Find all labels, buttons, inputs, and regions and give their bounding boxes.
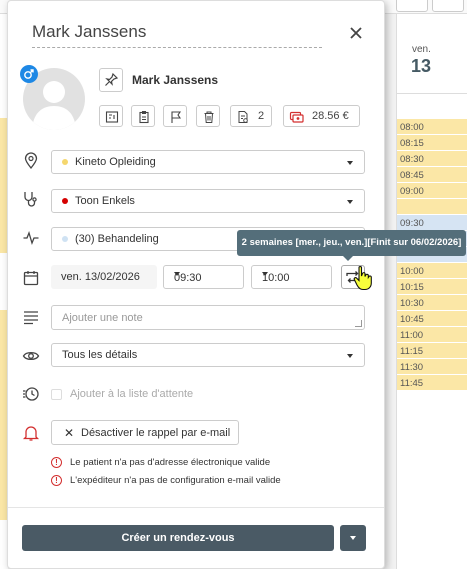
title-divider <box>32 47 322 48</box>
warning-icon: ! <box>51 475 62 486</box>
money-icon <box>289 111 304 123</box>
appointments-count-button[interactable]: 2 <box>230 105 272 127</box>
day-header[interactable]: ven. 13 <box>397 14 467 94</box>
history-clock-icon <box>23 387 39 401</box>
time-slot[interactable]: 11:45 <box>397 374 467 390</box>
activity-pulse-icon <box>23 231 39 245</box>
stethoscope-icon <box>24 192 37 207</box>
male-gender-icon <box>20 65 38 83</box>
id-card-icon <box>105 111 119 123</box>
note-placeholder: Ajouter une note <box>62 312 143 324</box>
time-slot[interactable] <box>397 198 467 214</box>
chevron-down-icon <box>347 200 353 204</box>
toolbar-button[interactable] <box>396 0 428 12</box>
time-slot[interactable]: 11:00 <box>397 326 467 342</box>
location-pin-icon <box>24 152 38 170</box>
flag-button[interactable] <box>163 105 187 127</box>
pin-icon <box>105 72 119 86</box>
time-slot[interactable]: 11:30 <box>397 358 467 374</box>
practitioner-value: Toon Enkels <box>75 195 135 207</box>
appointment-popup: Mark Janssens Mark Janssens 2 28.56 € Ki… <box>7 0 385 569</box>
trash-icon <box>204 111 214 123</box>
time-slot[interactable]: 11:15 <box>397 342 467 358</box>
warning-text: L'expéditeur n'a pas de configuration e-… <box>70 475 281 486</box>
delete-button[interactable] <box>196 105 220 127</box>
clipboard-icon <box>139 111 149 124</box>
time-slot[interactable]: 08:45 <box>397 166 467 182</box>
day-column: ven. 13 08:00 08:15 08:30 08:45 09:00 09:30 10… <box>396 14 467 569</box>
day-name: ven. <box>412 44 431 55</box>
time-slot[interactable]: 08:15 <box>397 134 467 150</box>
chevron-down-icon <box>350 536 356 540</box>
patient-balance: 28.56 € <box>312 110 349 122</box>
close-icon: ✕ <box>64 426 75 440</box>
location-select[interactable]: Kineto Opleiding <box>51 150 365 174</box>
end-time-select[interactable]: 10:00 <box>251 265 332 289</box>
practitioner-color-dot <box>62 198 68 204</box>
location-value: Kineto Opleiding <box>75 156 156 168</box>
flag-icon <box>171 111 182 123</box>
disable-email-reminder-button[interactable]: ✕ Désactiver le rappel par e-mail <box>51 420 239 445</box>
footer-divider <box>8 507 384 508</box>
patient-name: Mark Janssens <box>132 73 219 87</box>
chevron-down-icon <box>347 161 353 165</box>
waitlist-label: Ajouter à la liste d'attente <box>70 388 194 400</box>
time-slot[interactable]: 10:15 <box>397 278 467 294</box>
date-value: ven. 13/02/2026 <box>61 271 140 283</box>
reminder-button-label: Désactiver le rappel par e-mail <box>81 427 231 439</box>
create-appointment-button[interactable]: Créer un rendez-vous <box>22 525 334 551</box>
details-value: Tous les détails <box>62 349 138 361</box>
chevron-down-icon <box>347 354 353 358</box>
clipboard-button[interactable] <box>131 105 155 127</box>
treatment-value: (30) Behandeling <box>75 233 159 245</box>
treatment-color-dot <box>62 236 68 242</box>
warning-icon: ! <box>51 457 62 468</box>
time-slot[interactable]: 10:00 <box>397 262 467 278</box>
calendar-icon <box>23 271 39 286</box>
location-color-dot <box>62 159 68 165</box>
create-options-dropdown[interactable] <box>340 525 366 551</box>
time-slot[interactable]: 08:30 <box>397 150 467 166</box>
warning-text: Le patient n'a pas d'adresse électroniqu… <box>70 457 271 468</box>
pin-button[interactable] <box>99 68 123 92</box>
waitlist-checkbox-box[interactable] <box>51 389 62 400</box>
time-slot[interactable]: 10:45 <box>397 310 467 326</box>
chevron-down-icon <box>174 272 180 276</box>
note-textarea[interactable]: Ajouter une note <box>51 305 365 330</box>
resize-handle[interactable] <box>355 320 362 327</box>
time-slot[interactable]: 09:00 <box>397 182 467 198</box>
close-icon <box>350 27 362 39</box>
time-slot[interactable]: 09:30 <box>397 214 467 230</box>
hand-cursor-icon <box>353 265 372 291</box>
balance-button[interactable]: 28.56 € <box>283 105 360 127</box>
start-time-select[interactable]: 09:30 <box>163 265 244 289</box>
practitioner-select[interactable]: Toon Enkels <box>51 189 365 213</box>
date-field[interactable]: ven. 13/02/2026 <box>51 265 157 289</box>
details-visibility-select[interactable]: Tous les détails <box>51 343 365 367</box>
eye-icon <box>22 351 40 361</box>
day-number: 13 <box>411 56 432 76</box>
toolbar-button[interactable] <box>432 0 464 12</box>
appointments-count: 2 <box>258 110 265 122</box>
bell-icon <box>22 426 40 441</box>
notes-lines-icon <box>24 311 38 325</box>
chevron-down-icon <box>262 272 268 276</box>
document-icon <box>238 111 248 123</box>
popup-title: Mark Janssens <box>32 22 147 41</box>
time-slot[interactable]: 10:30 <box>397 294 467 310</box>
close-button[interactable] <box>346 23 366 43</box>
tooltip-arrow <box>343 256 353 261</box>
time-slot[interactable]: 08:00 <box>397 118 467 134</box>
repeat-tooltip: 2 semaines [mer., jeu., ven.][Finit sur … <box>237 230 466 256</box>
patient-card-button[interactable] <box>99 105 123 127</box>
